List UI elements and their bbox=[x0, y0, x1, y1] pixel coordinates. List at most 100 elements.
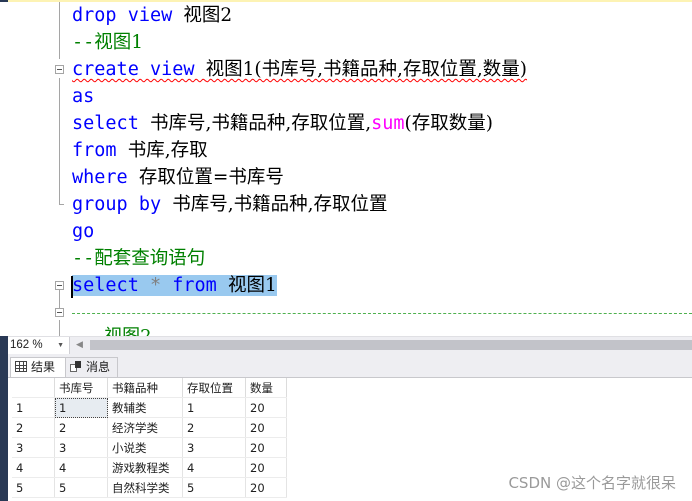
cell-shukuhao[interactable]: 4 bbox=[54, 457, 108, 478]
table-row[interactable]: 2 2 经济学类 2 20 bbox=[12, 417, 287, 438]
code-token: 书库号,书籍品种,存取位置 bbox=[172, 194, 388, 215]
cell-shujipinzhong[interactable]: 游戏教程类 bbox=[107, 457, 183, 478]
table-row[interactable]: 3 3 小说类 3 20 bbox=[12, 437, 287, 458]
code-text: --配套查询语句 bbox=[72, 248, 205, 269]
fold-guide bbox=[59, 204, 64, 205]
selected-text: select * from 视图1 bbox=[72, 275, 277, 296]
code-text: where 存取位置=书库号 bbox=[72, 167, 284, 188]
cell-shuliang[interactable]: 20 bbox=[245, 457, 287, 478]
cell-shujipinzhong[interactable]: 自然科学类 bbox=[107, 477, 183, 498]
tab-messages[interactable]: 消息 bbox=[66, 357, 118, 377]
code-text: go bbox=[72, 221, 94, 242]
fold-guide bbox=[59, 78, 60, 204]
column-header-shuliang[interactable]: 数量 bbox=[245, 378, 287, 398]
grid-icon bbox=[15, 361, 27, 372]
code-token: create view bbox=[72, 59, 206, 80]
code-text: group by 书库号,书籍品种,存取位置 bbox=[72, 194, 388, 215]
code-line[interactable]: as bbox=[72, 83, 94, 110]
cell-cunquweizhi[interactable]: 4 bbox=[182, 457, 246, 478]
row-number[interactable]: 3 bbox=[12, 437, 55, 458]
code-token: -- bbox=[72, 32, 95, 53]
scroll-left-arrow-icon[interactable]: ◀ bbox=[76, 337, 83, 354]
collapse-icon[interactable] bbox=[55, 281, 64, 290]
sql-editor[interactable]: drop view 视图2 --视图1 create view 视图1(书库号,书籍… bbox=[0, 2, 692, 336]
table-row[interactable]: 4 4 游戏教程类 4 20 bbox=[12, 457, 287, 478]
cell-cunquweizhi[interactable]: 1 bbox=[182, 397, 246, 418]
row-number[interactable]: 2 bbox=[12, 417, 55, 438]
messages-icon bbox=[70, 361, 82, 372]
table-row[interactable]: 1 1 教辅类 1 20 bbox=[12, 397, 287, 418]
cell-shujipinzhong[interactable]: 经济学类 bbox=[107, 417, 183, 438]
cell-shujipinzhong[interactable]: 教辅类 bbox=[107, 397, 183, 418]
row-number[interactable]: 5 bbox=[12, 477, 55, 498]
chevron-down-icon: ▼ bbox=[57, 342, 64, 349]
fold-guide bbox=[59, 290, 60, 308]
horizontal-scrollbar[interactable] bbox=[90, 340, 692, 350]
code-token: 书库号,书籍品种,存取位置, bbox=[149, 113, 372, 134]
tab-messages-label: 消息 bbox=[86, 360, 111, 374]
zoom-level-dropdown[interactable]: 162 % ▼ bbox=[8, 337, 70, 354]
code-token: where bbox=[72, 167, 139, 188]
collapse-icon[interactable] bbox=[55, 65, 64, 74]
cell-shukuhao[interactable]: 2 bbox=[54, 417, 108, 438]
code-line[interactable]: create view 视图1(书库号,书籍品种,存取位置,数量) bbox=[72, 56, 527, 83]
collapse-icon[interactable] bbox=[55, 308, 64, 317]
code-line[interactable]: --视图1 bbox=[72, 29, 143, 56]
code-line[interactable]: group by 书库号,书籍品种,存取位置 bbox=[72, 191, 388, 218]
code-line[interactable]: from 书库,存取 bbox=[72, 137, 208, 164]
code-token: group by bbox=[72, 194, 173, 215]
code-token: go bbox=[72, 221, 95, 242]
column-header-rownum[interactable] bbox=[12, 378, 55, 398]
code-line[interactable]: select 书库号,书籍品种,存取位置,sum(存取数量) bbox=[72, 110, 493, 137]
code-token: 视图1 bbox=[227, 275, 277, 296]
code-token: * bbox=[149, 275, 173, 296]
tab-results[interactable]: 结果 bbox=[10, 357, 66, 377]
code-token: from bbox=[172, 275, 228, 296]
results-tabs: 结果 消息 bbox=[8, 355, 692, 378]
code-text: drop view 视图2 bbox=[72, 5, 232, 26]
column-header-cunquweizhi[interactable]: 存取位置 bbox=[182, 378, 246, 398]
column-header-shujipinzhong[interactable]: 书籍品种 bbox=[107, 378, 183, 398]
code-line-partial: --视图2 bbox=[92, 326, 152, 336]
cell-shukuhao[interactable]: 1 bbox=[54, 397, 108, 418]
code-line[interactable]: select * from 视图1 bbox=[72, 272, 277, 299]
code-line[interactable]: go bbox=[72, 218, 94, 245]
cell-shujipinzhong[interactable]: 小说类 bbox=[107, 437, 183, 458]
cell-shukuhao[interactable]: 5 bbox=[54, 477, 108, 498]
code-token: sum bbox=[371, 113, 405, 134]
code-text: as bbox=[72, 86, 94, 107]
editor-status-bar: 162 % ▼ ◀ bbox=[8, 336, 692, 355]
code-token: 视图1(书库号,书籍品种,存取位置,数量) bbox=[205, 59, 528, 80]
code-text: select 书库号,书籍品种,存取位置,sum(存取数量) bbox=[72, 113, 493, 134]
code-token: from bbox=[72, 140, 128, 161]
code-token: 存取位置=书库号 bbox=[138, 167, 284, 188]
text-caret bbox=[71, 276, 73, 298]
row-number[interactable]: 1 bbox=[12, 397, 55, 418]
results-grid[interactable]: 书库号 书籍品种 存取位置 数量 1 1 教辅类 1 20 2 2 经济学类 2 20 3 3 小说类 3… bbox=[12, 378, 287, 498]
row-number[interactable]: 4 bbox=[12, 457, 55, 478]
cell-shuliang[interactable]: 20 bbox=[245, 437, 287, 458]
cell-shuliang[interactable]: 20 bbox=[245, 477, 287, 498]
code-line[interactable]: where 存取位置=书库号 bbox=[72, 164, 284, 191]
cell-shuliang[interactable]: 20 bbox=[245, 417, 287, 438]
grid-header-row: 书库号 书籍品种 存取位置 数量 bbox=[12, 378, 287, 398]
cell-cunquweizhi[interactable]: 2 bbox=[182, 417, 246, 438]
cell-shuliang[interactable]: 20 bbox=[245, 397, 287, 418]
code-token: as bbox=[72, 86, 95, 107]
code-token: 书库,存取 bbox=[127, 140, 208, 161]
code-text: --视图1 bbox=[72, 32, 143, 53]
code-line[interactable]: drop view 视图2 bbox=[72, 2, 232, 29]
code-token: -- bbox=[72, 248, 95, 269]
tab-results-label: 结果 bbox=[31, 360, 56, 374]
code-token: 视图2 bbox=[183, 5, 233, 26]
cell-cunquweizhi[interactable]: 3 bbox=[182, 437, 246, 458]
code-token: 视图1 bbox=[94, 32, 144, 53]
zoom-level-value: 162 % bbox=[10, 339, 43, 351]
code-token: select bbox=[72, 275, 150, 296]
code-line[interactable]: --配套查询语句 bbox=[72, 245, 205, 272]
cell-shukuhao[interactable]: 3 bbox=[54, 437, 108, 458]
column-header-shukuhao[interactable]: 书库号 bbox=[54, 378, 108, 398]
code-token: (存取数量) bbox=[404, 113, 493, 134]
table-row[interactable]: 5 5 自然科学类 5 20 bbox=[12, 477, 287, 498]
cell-cunquweizhi[interactable]: 5 bbox=[182, 477, 246, 498]
